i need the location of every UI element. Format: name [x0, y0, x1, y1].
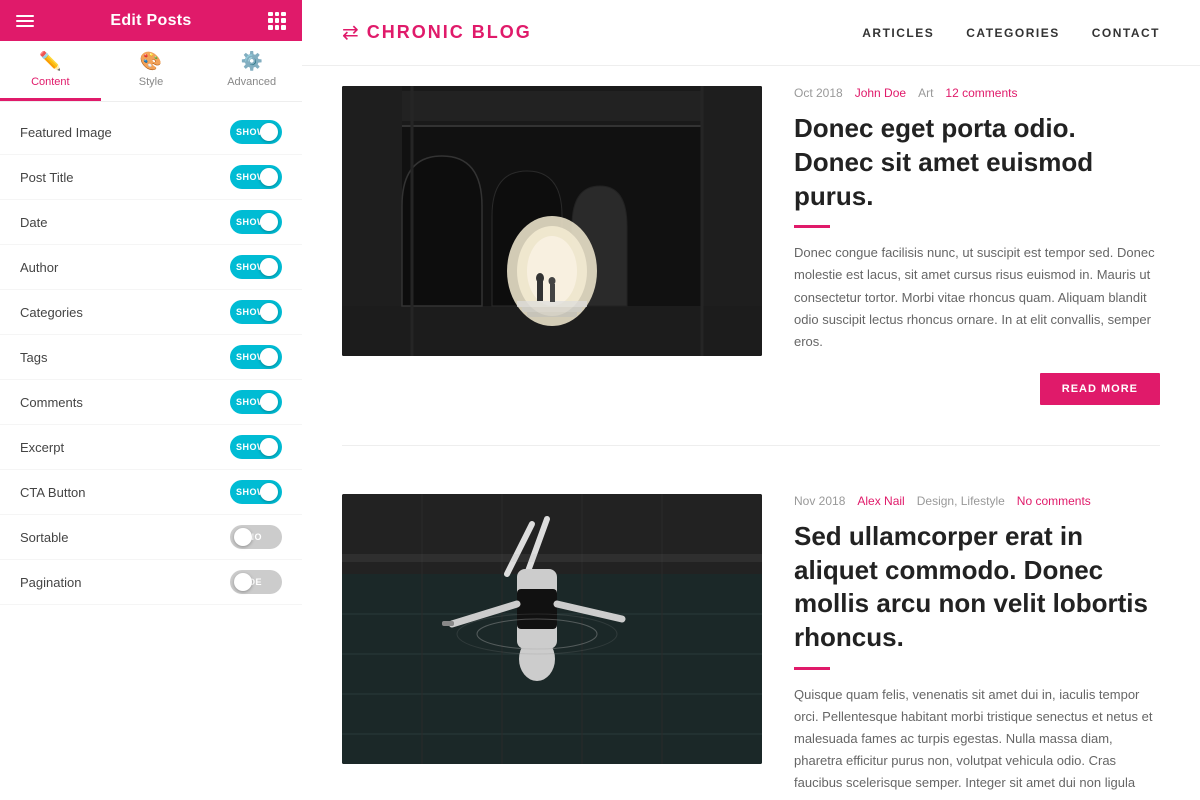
- hamburger-icon[interactable]: [16, 15, 34, 27]
- toggle-row-date: Date SHOW: [0, 200, 302, 245]
- toggle-label-comments: Comments: [20, 395, 83, 410]
- post-content-2: Nov 2018 Alex Nail Design, Lifestyle No …: [794, 494, 1160, 800]
- post-divider-2: [794, 667, 830, 670]
- post-category: Design, Lifestyle: [917, 494, 1005, 508]
- panel-tabs: ✏️ Content 🎨 Style ⚙️ Advanced: [0, 41, 302, 102]
- post-date: Nov 2018: [794, 494, 845, 508]
- toggle-row-excerpt: Excerpt SHOW: [0, 425, 302, 470]
- toggle-pill-comments[interactable]: SHOW: [230, 390, 282, 414]
- logo-prefix: CHRONIC: [367, 22, 465, 42]
- toggle-pill-sortable[interactable]: NO: [230, 525, 282, 549]
- post-author: John Doe: [855, 86, 906, 100]
- toggle-row-comments: Comments SHOW: [0, 380, 302, 425]
- post-category: Art: [918, 86, 933, 100]
- toggle-label-author: Author: [20, 260, 58, 275]
- post-image-1: [342, 86, 762, 356]
- tab-style[interactable]: 🎨 Style: [101, 41, 202, 101]
- panel-title: Edit Posts: [110, 12, 191, 30]
- nav-item-articles[interactable]: ARTICLES: [862, 26, 934, 40]
- tab-style-label: Style: [139, 76, 163, 88]
- post-title-1: Donec eget porta odio. Donec sit amet eu…: [794, 112, 1160, 213]
- blog-post-2: Nov 2018 Alex Nail Design, Lifestyle No …: [342, 494, 1160, 800]
- left-panel: Edit Posts ✏️ Content 🎨 Style ⚙️ Advance…: [0, 0, 302, 800]
- toggle-pill-pagination[interactable]: HIDE: [230, 570, 282, 594]
- tab-advanced-label: Advanced: [227, 76, 276, 88]
- blog-main: Oct 2018 John Doe Art 12 comments Donec …: [302, 66, 1200, 800]
- nav-item-contact[interactable]: CONTACT: [1092, 26, 1160, 40]
- toggle-pill-post-title[interactable]: SHOW: [230, 165, 282, 189]
- blog-logo: ⇄ CHRONIC BLOG: [342, 20, 532, 45]
- content-icon: ✏️: [39, 51, 61, 72]
- toggle-row-featured-image: Featured Image SHOW: [0, 110, 302, 155]
- post-author: Alex Nail: [857, 494, 904, 508]
- toggle-label-categories: Categories: [20, 305, 83, 320]
- toggle-pill-featured-image[interactable]: SHOW: [230, 120, 282, 144]
- post-excerpt-1: Donec congue facilisis nunc, ut suscipit…: [794, 242, 1160, 352]
- post-excerpt-2: Quisque quam felis, venenatis sit amet d…: [794, 684, 1160, 800]
- toggle-label-featured-image: Featured Image: [20, 125, 112, 140]
- read-more-button-1[interactable]: READ MORE: [1040, 373, 1160, 405]
- toggle-pill-date[interactable]: SHOW: [230, 210, 282, 234]
- advanced-icon: ⚙️: [240, 51, 262, 72]
- blog-header: ⇄ CHRONIC BLOG ARTICLES CATEGORIES CONTACT: [302, 0, 1200, 66]
- post-meta-2: Nov 2018 Alex Nail Design, Lifestyle No …: [794, 494, 1160, 508]
- post-meta-1: Oct 2018 John Doe Art 12 comments: [794, 86, 1160, 100]
- blog-nav: ARTICLES CATEGORIES CONTACT: [862, 26, 1160, 40]
- toggle-label-excerpt: Excerpt: [20, 440, 64, 455]
- post-divider-1: [794, 225, 830, 228]
- tab-content-label: Content: [31, 76, 70, 88]
- tab-advanced[interactable]: ⚙️ Advanced: [201, 41, 302, 101]
- toggle-row-tags: Tags SHOW: [0, 335, 302, 380]
- toggle-label-pagination: Pagination: [20, 575, 81, 590]
- toggle-row-sortable: Sortable NO: [0, 515, 302, 560]
- toggle-label-sortable: Sortable: [20, 530, 68, 545]
- toggle-pill-categories[interactable]: SHOW: [230, 300, 282, 324]
- toggle-label-post-title: Post Title: [20, 170, 73, 185]
- style-icon: 🎨: [140, 51, 162, 72]
- toggle-label-tags: Tags: [20, 350, 47, 365]
- toggle-pill-author[interactable]: SHOW: [230, 255, 282, 279]
- toggle-row-categories: Categories SHOW: [0, 290, 302, 335]
- post-title-2: Sed ullamcorper erat in aliquet commodo.…: [794, 520, 1160, 655]
- nav-item-categories[interactable]: CATEGORIES: [966, 26, 1059, 40]
- toggle-row-cta-button: CTA Button SHOW: [0, 470, 302, 515]
- toggle-label-date: Date: [20, 215, 47, 230]
- post-content-1: Oct 2018 John Doe Art 12 comments Donec …: [794, 86, 1160, 405]
- toggle-row-author: Author SHOW: [0, 245, 302, 290]
- toggle-row-post-title: Post Title SHOW: [0, 155, 302, 200]
- post-comments: 12 comments: [945, 86, 1017, 100]
- grid-icon[interactable]: [268, 12, 286, 30]
- toggle-label-cta-button: CTA Button: [20, 485, 86, 500]
- right-panel: ⇄ CHRONIC BLOG ARTICLES CATEGORIES CONTACT: [302, 0, 1200, 800]
- toggle-row-pagination: Pagination HIDE: [0, 560, 302, 605]
- panel-header: Edit Posts: [0, 0, 302, 41]
- toggle-pill-cta-button[interactable]: SHOW: [230, 480, 282, 504]
- logo-suffix: BLOG: [465, 22, 532, 42]
- post-comments: No comments: [1017, 494, 1091, 508]
- panel-content: Featured Image SHOW Post Title SHOW Date SHOW…: [0, 102, 302, 800]
- tab-content[interactable]: ✏️ Content: [0, 41, 101, 101]
- blog-logo-text: CHRONIC BLOG: [367, 22, 532, 43]
- toggle-pill-excerpt[interactable]: SHOW: [230, 435, 282, 459]
- logo-shuffle-icon: ⇄: [342, 20, 359, 45]
- toggle-pill-tags[interactable]: SHOW: [230, 345, 282, 369]
- post-image-2: [342, 494, 762, 764]
- blog-post-1: Oct 2018 John Doe Art 12 comments Donec …: [342, 86, 1160, 446]
- post-date: Oct 2018: [794, 86, 843, 100]
